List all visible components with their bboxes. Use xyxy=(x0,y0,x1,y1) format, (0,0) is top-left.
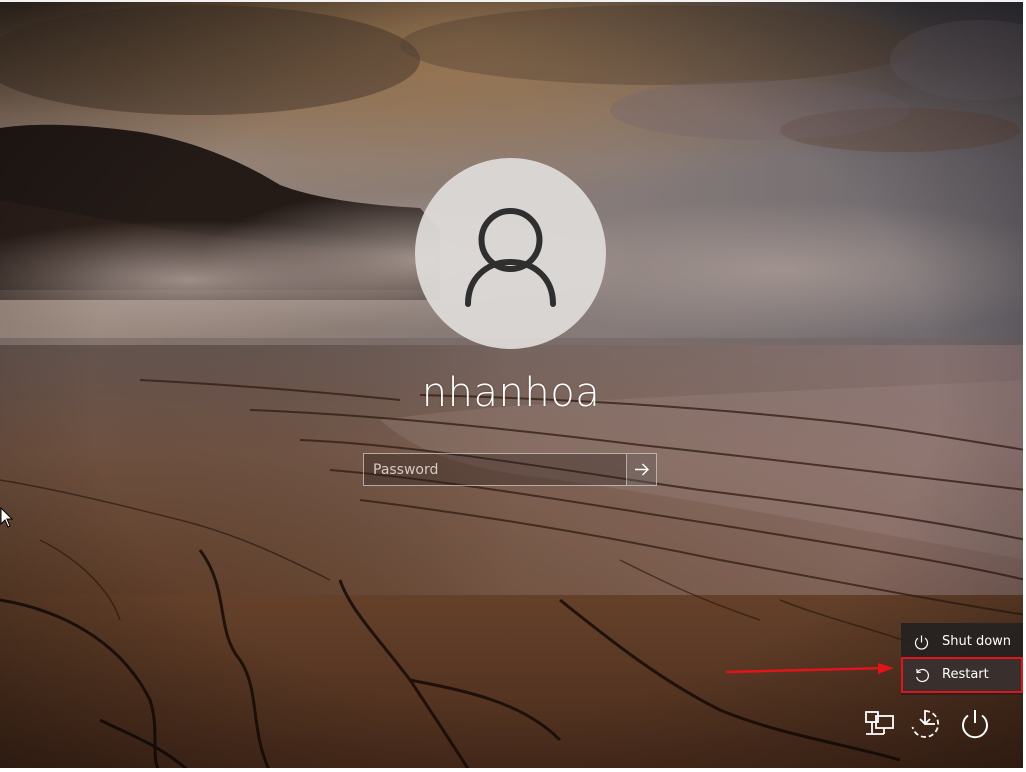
user-icon xyxy=(465,208,556,307)
power-button[interactable] xyxy=(958,707,992,741)
username-label: nhanhoa xyxy=(421,370,601,416)
network-button[interactable] xyxy=(862,707,896,741)
power-icon xyxy=(914,635,929,650)
submit-button[interactable] xyxy=(626,454,656,485)
password-input[interactable] xyxy=(364,454,626,485)
window-bottom-edge xyxy=(0,768,1026,772)
network-icon xyxy=(865,711,894,735)
restart-menu-item[interactable]: Restart xyxy=(901,657,1023,693)
restart-icon xyxy=(916,668,929,683)
ease-of-access-button[interactable] xyxy=(908,707,942,741)
shut-down-label: Shut down xyxy=(942,634,1012,649)
shut-down-menu-item[interactable]: Shut down xyxy=(901,626,1023,658)
user-avatar xyxy=(415,158,606,349)
window-top-edge xyxy=(0,0,1026,2)
ease-of-access-icon xyxy=(911,710,940,738)
power-menu: Shut down Restart xyxy=(901,623,1023,695)
password-field-container xyxy=(363,453,657,486)
power-icon xyxy=(962,710,988,739)
mouse-cursor-icon xyxy=(0,507,14,528)
lock-screen: nhanhoa Shut down Restart xyxy=(0,0,1026,772)
annotation-arrow xyxy=(726,663,894,674)
arrow-right-icon xyxy=(635,463,649,476)
restart-label: Restart xyxy=(942,667,989,682)
